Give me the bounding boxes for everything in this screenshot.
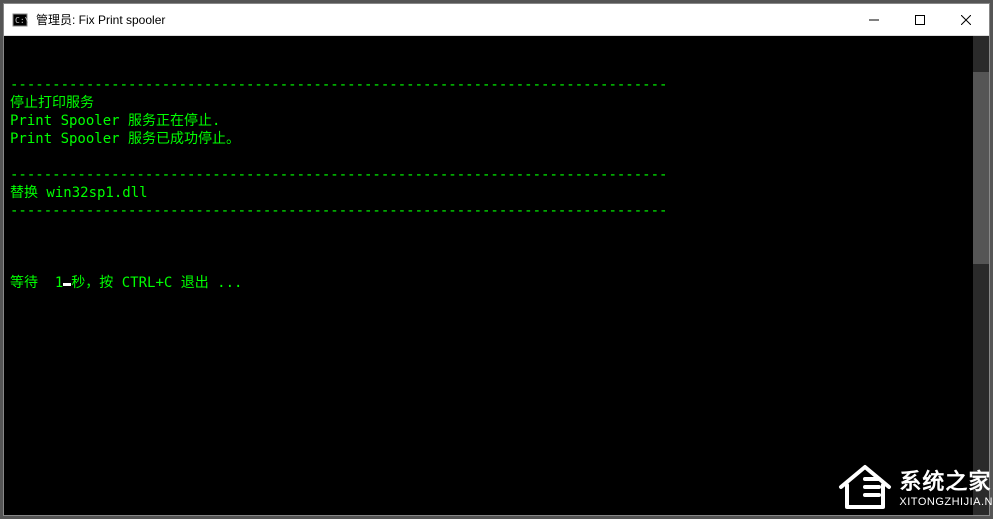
terminal-cursor-line: 等待 1秒，按 CTRL+C 退出 ... xyxy=(10,274,983,292)
terminal-line: ----------------------------------------… xyxy=(10,166,983,184)
svg-text:C:\: C:\ xyxy=(15,16,28,25)
window-title: 管理员: Fix Print spooler xyxy=(36,11,851,28)
terminal-line: ----------------------------------------… xyxy=(10,76,983,94)
minimize-button[interactable] xyxy=(851,4,897,35)
console-window: C:\ 管理员: Fix Print spooler -------------… xyxy=(3,3,990,516)
terminal-line: ----------------------------------------… xyxy=(10,202,983,220)
maximize-button[interactable] xyxy=(897,4,943,35)
vertical-scrollbar[interactable] xyxy=(973,36,989,515)
terminal-line: 替换 win32sp1.dll xyxy=(10,184,983,202)
cmd-icon: C:\ xyxy=(12,12,28,28)
titlebar[interactable]: C:\ 管理员: Fix Print spooler xyxy=(4,4,989,36)
close-button[interactable] xyxy=(943,4,989,35)
terminal-line xyxy=(10,220,983,238)
terminal-line xyxy=(10,148,983,166)
terminal-body[interactable]: ----------------------------------------… xyxy=(4,36,989,515)
terminal-line: 停止打印服务 xyxy=(10,94,983,112)
terminal-line: Print Spooler 服务已成功停止。 xyxy=(10,130,983,148)
scrollbar-thumb[interactable] xyxy=(973,72,989,264)
terminal-line: Print Spooler 服务正在停止. xyxy=(10,112,983,130)
